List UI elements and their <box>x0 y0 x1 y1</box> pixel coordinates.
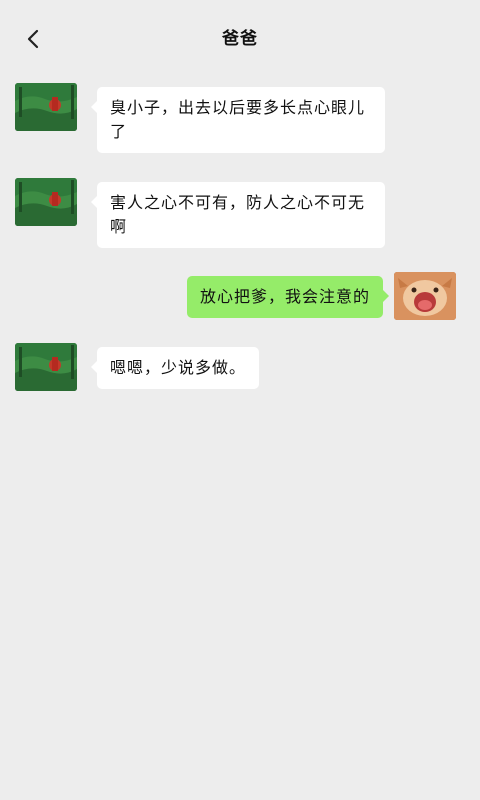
dad-avatar[interactable] <box>15 83 77 131</box>
dad-avatar[interactable] <box>15 178 77 226</box>
my-avatar-image <box>394 272 456 320</box>
dad-avatar-image <box>15 343 77 391</box>
chat-title: 爸爸 <box>222 29 258 49</box>
message-bubble-incoming[interactable]: 臭小子，出去以后要多长点心眼儿了 <box>91 87 385 153</box>
message-bubble-incoming[interactable]: 嗯嗯，少说多做。 <box>90 347 260 389</box>
message-bubble-incoming[interactable]: 害人之心不可有，防人之心不可无啊 <box>91 182 385 248</box>
dad-avatar[interactable] <box>15 343 77 391</box>
chat-header: 爸爸 <box>0 0 480 78</box>
message-bubble-outgoing[interactable]: 放心把爹，我会注意的 <box>186 276 390 318</box>
dad-avatar-image <box>15 83 77 131</box>
dad-avatar-image <box>15 178 77 226</box>
my-avatar[interactable] <box>394 272 456 320</box>
chat-area[interactable]: 臭小子，出去以后要多长点心眼儿了 害人之心不可有，防人之心不可无啊 放心把爹，我… <box>0 78 480 800</box>
